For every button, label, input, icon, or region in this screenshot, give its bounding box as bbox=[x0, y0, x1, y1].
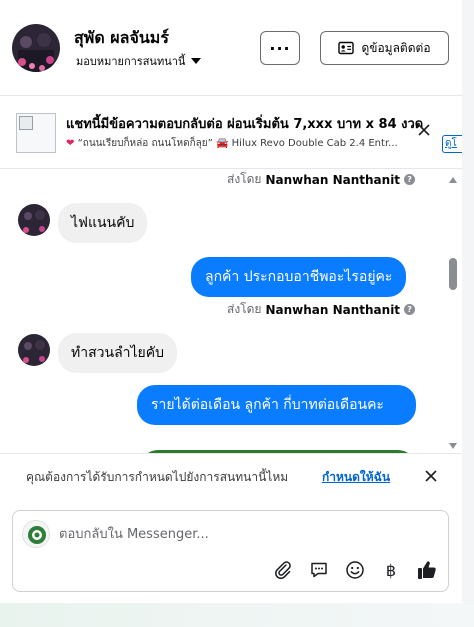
incoming-message[interactable]: ไฟแนนคับ bbox=[58, 203, 148, 243]
reply-input[interactable] bbox=[59, 523, 429, 545]
more-options-button[interactable]: ··· bbox=[260, 31, 300, 65]
sent-by-prefix: ส่งโดย bbox=[227, 302, 262, 316]
conversation-panel: สุพัด ผลจันมร์ มอบหมายการสนทนานี้ ··· ดู… bbox=[0, 0, 462, 603]
thumbs-up-icon[interactable] bbox=[415, 558, 439, 582]
page-avatar bbox=[22, 520, 50, 548]
scroll-up-arrow-icon[interactable] bbox=[449, 177, 457, 183]
close-ad-icon[interactable] bbox=[416, 122, 432, 138]
composer-toolbar: ฿ bbox=[271, 558, 439, 582]
incoming-message[interactable]: ทำสวนลำไยคับ bbox=[58, 333, 178, 373]
sent-by-label: ส่งโดย Nanwhan Nanthanit ? bbox=[227, 300, 416, 319]
ad-subtitle: ❤ “ถนนเรียบก็หล่อ ถนนโหดก็ลุย” 🚘 Hilux R… bbox=[66, 136, 444, 151]
window-edge bbox=[462, 0, 474, 603]
contact-avatar[interactable] bbox=[12, 24, 60, 72]
sender-avatar bbox=[18, 204, 50, 236]
ad-subtitle-text: “ถนนเรียบก็หล่อ ถนนโหดก็ลุย” 🚘 Hilux Rev… bbox=[77, 138, 398, 149]
assign-conversation-dropdown[interactable]: มอบหมายการสนทนานี้ bbox=[76, 52, 202, 70]
conversation-header: สุพัด ผลจันมร์ มอบหมายการสนทนานี้ ··· ดู… bbox=[0, 0, 462, 96]
info-icon[interactable]: ? bbox=[404, 174, 416, 185]
ad-title: แชทนี้มีข้อความตอบกลับต่อ ผ่อนเริ่มต้น 7… bbox=[66, 117, 424, 132]
assignment-notice: คุณต้องการได้รับการกำหนดไปยังการสนทนานี้… bbox=[0, 453, 462, 499]
outgoing-message[interactable]: รายได้ต่อเดือน ลูกค้า กี่บาทต่อเดือนคะ bbox=[137, 385, 416, 425]
sent-by-name: Nanwhan Nanthanit bbox=[265, 302, 401, 317]
sent-by-prefix: ส่งโดย bbox=[227, 172, 262, 186]
assign-label: มอบหมายการสนทนานี้ bbox=[76, 55, 186, 68]
outgoing-message[interactable]: ลูกค้า ประกอบอาชีพอะไรอยู่คะ bbox=[191, 257, 407, 297]
contact-name: สุพัด ผลจันมร์ bbox=[74, 28, 169, 47]
emoji-icon[interactable] bbox=[343, 558, 367, 582]
ad-thumbnail-image bbox=[16, 113, 56, 153]
sender-avatar bbox=[18, 334, 50, 366]
message-list[interactable]: ส่งโดย Nanwhan Nanthanit ? ไฟแนนคับ ลูกค… bbox=[0, 170, 462, 453]
ad-reference-card: แชทนี้มีข้อความตอบกลับต่อ ผ่อนเริ่มต้น 7… bbox=[0, 97, 462, 169]
view-contact-button[interactable]: ดูข้อมูลติดต่อ bbox=[320, 31, 449, 65]
view-ad-link[interactable]: ดูโ bbox=[442, 135, 462, 153]
scroll-down-arrow-icon[interactable] bbox=[449, 443, 457, 449]
speech-bubble-icon[interactable] bbox=[307, 558, 331, 582]
heart-icon: ❤ bbox=[66, 138, 75, 149]
contact-card-icon bbox=[338, 41, 355, 55]
baht-icon[interactable]: ฿ bbox=[379, 558, 403, 582]
scrollbar-thumb[interactable] bbox=[449, 258, 457, 290]
sent-by-name: Nanwhan Nanthanit bbox=[265, 172, 401, 187]
paperclip-icon[interactable] bbox=[271, 558, 295, 582]
more-icon: ··· bbox=[269, 38, 291, 58]
info-icon[interactable]: ? bbox=[404, 304, 416, 315]
page-background bbox=[0, 603, 474, 627]
view-contact-label: ดูข้อมูลติดต่อ bbox=[361, 40, 431, 55]
assignment-notice-text: คุณต้องการได้รับการกำหนดไปยังการสนทนานี้… bbox=[26, 470, 289, 484]
caret-down-icon bbox=[191, 58, 202, 64]
reply-composer: ฿ bbox=[12, 510, 449, 592]
assign-to-me-link[interactable]: กำหนดให้ฉัน bbox=[322, 468, 390, 487]
sent-by-label: ส่งโดย Nanwhan Nanthanit ? bbox=[227, 170, 416, 189]
close-notice-icon[interactable] bbox=[424, 469, 438, 483]
